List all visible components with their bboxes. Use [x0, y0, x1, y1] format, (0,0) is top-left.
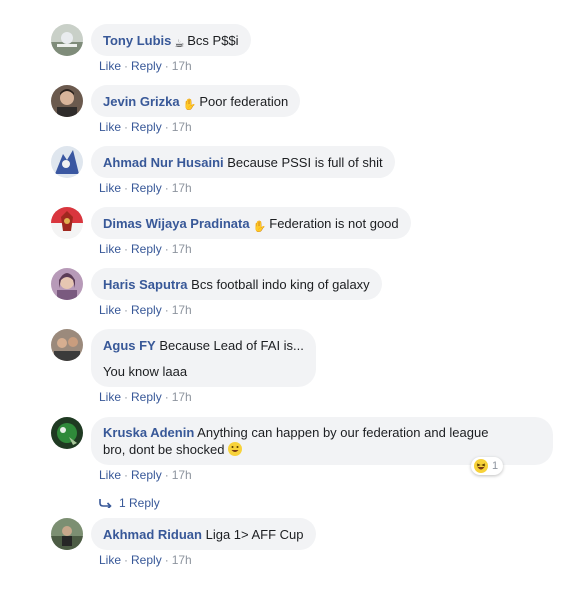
comment-text: Bcs P$$i [187, 33, 239, 48]
reply-link[interactable]: Reply [131, 468, 162, 482]
comment-actions: Like · Reply · 17h [99, 553, 192, 567]
comment-actions: Like · Reply · 17h [99, 120, 192, 134]
separator: · [164, 181, 169, 195]
separator: · [124, 303, 129, 317]
reply-link[interactable]: Reply [131, 242, 162, 256]
like-link[interactable]: Like [99, 553, 121, 567]
avatar[interactable] [51, 268, 83, 300]
comment-actions: Like · Reply · 17h [99, 390, 192, 404]
separator: · [164, 242, 169, 256]
comment-bubble: Tony Lubis ☕ Bcs P$$i [91, 24, 251, 56]
comment-author[interactable]: Kruska Adenin [103, 425, 194, 440]
comment-author[interactable]: Jevin Grizka [103, 94, 180, 109]
comment-text: Federation is not good [269, 216, 399, 231]
comment-actions: Like · Reply · 17h [99, 181, 192, 195]
separator: · [124, 553, 129, 567]
comment-author[interactable]: Dimas Wijaya Pradinata [103, 216, 250, 231]
reply-link[interactable]: Reply [131, 390, 162, 404]
timestamp[interactable]: 17h [172, 303, 192, 317]
comment-bubble: Ahmad Nur Husaini Because PSSI is full o… [91, 146, 395, 178]
timestamp[interactable]: 17h [172, 181, 192, 195]
reply-arrow-icon [99, 499, 112, 510]
comment-text: Because Lead of FAI is... [159, 338, 304, 353]
comment-actions: Like · Reply · 17h [99, 59, 192, 73]
avatar[interactable] [51, 329, 83, 361]
waving-hand-icon: ✋ [252, 221, 267, 233]
comment-actions: Like · Reply · 17h [99, 303, 192, 317]
timestamp[interactable]: 17h [172, 468, 192, 482]
like-link[interactable]: Like [99, 59, 121, 73]
reply-link[interactable]: Reply [131, 120, 162, 134]
timestamp[interactable]: 17h [172, 553, 192, 567]
comment-bubble: Jevin Grizka ✋ Poor federation [91, 85, 301, 117]
reply-link[interactable]: Reply [131, 59, 162, 73]
separator: · [124, 181, 129, 195]
avatar[interactable] [51, 518, 83, 550]
avatar[interactable] [51, 417, 83, 449]
separator: · [124, 390, 129, 404]
reaction-badge[interactable]: 1 [471, 457, 504, 475]
like-link[interactable]: Like [99, 181, 121, 195]
reply-link[interactable]: Reply [131, 181, 162, 195]
reply-count[interactable]: 1 Reply [119, 496, 160, 510]
comment-text-line-2: You know laaa [103, 364, 188, 379]
comment-actions: Like · Reply · 17h [99, 468, 192, 482]
reply-link[interactable]: Reply [131, 553, 162, 567]
timestamp[interactable]: 17h [172, 242, 192, 256]
comment-bubble: Dimas Wijaya Pradinata ✋ Federation is not… [91, 207, 411, 239]
timestamp[interactable]: 17h [172, 390, 192, 404]
comment-text: Bcs football indo king of galaxy [191, 277, 370, 292]
separator: · [164, 120, 169, 134]
separator: · [124, 468, 129, 482]
laughing-emoji-icon [474, 459, 488, 473]
grinning-emoji-icon [228, 442, 243, 456]
like-link[interactable]: Like [99, 242, 121, 256]
comment-bubble: Akhmad Riduan Liga 1> AFF Cup [91, 518, 316, 550]
coffee-icon: ☕ [174, 38, 185, 50]
separator: · [124, 120, 129, 134]
comment-actions: Like · Reply · 17h [99, 242, 192, 256]
like-link[interactable]: Like [99, 303, 121, 317]
waving-hand-icon: ✋ [182, 99, 197, 111]
comment-author[interactable]: Ahmad Nur Husaini [103, 155, 224, 170]
separator: · [124, 59, 129, 73]
comment-text: Liga 1> AFF Cup [205, 527, 304, 542]
comment-text: Because PSSI is full of shit [227, 155, 383, 170]
separator: · [164, 390, 169, 404]
comment-bubble: Haris Saputra Bcs football indo king of … [91, 268, 382, 300]
comment-bubble: Agus FY Because Lead of FAI is... You kn… [91, 329, 316, 387]
comment-text-line-2: bro, dont be shocked [103, 442, 225, 457]
separator: · [164, 468, 169, 482]
avatar[interactable] [51, 207, 83, 239]
comment-text: Poor federation [199, 94, 289, 109]
timestamp[interactable]: 17h [172, 59, 192, 73]
like-link[interactable]: Like [99, 468, 121, 482]
separator: · [164, 553, 169, 567]
comment-author[interactable]: Akhmad Riduan [103, 527, 202, 542]
avatar[interactable] [51, 24, 83, 56]
view-replies-link[interactable]: 1 Reply [99, 496, 160, 510]
reaction-count: 1 [492, 460, 499, 472]
separator: · [124, 242, 129, 256]
comment-author[interactable]: Haris Saputra [103, 277, 188, 292]
timestamp[interactable]: 17h [172, 120, 192, 134]
avatar[interactable] [51, 146, 83, 178]
avatar[interactable] [51, 85, 83, 117]
like-link[interactable]: Like [99, 390, 121, 404]
like-link[interactable]: Like [99, 120, 121, 134]
separator: · [164, 59, 169, 73]
comment-text: Anything can happen by our federation an… [197, 425, 489, 440]
comment-author[interactable]: Agus FY [103, 338, 156, 353]
comment-author[interactable]: Tony Lubis [103, 33, 171, 48]
separator: · [164, 303, 169, 317]
reply-link[interactable]: Reply [131, 303, 162, 317]
